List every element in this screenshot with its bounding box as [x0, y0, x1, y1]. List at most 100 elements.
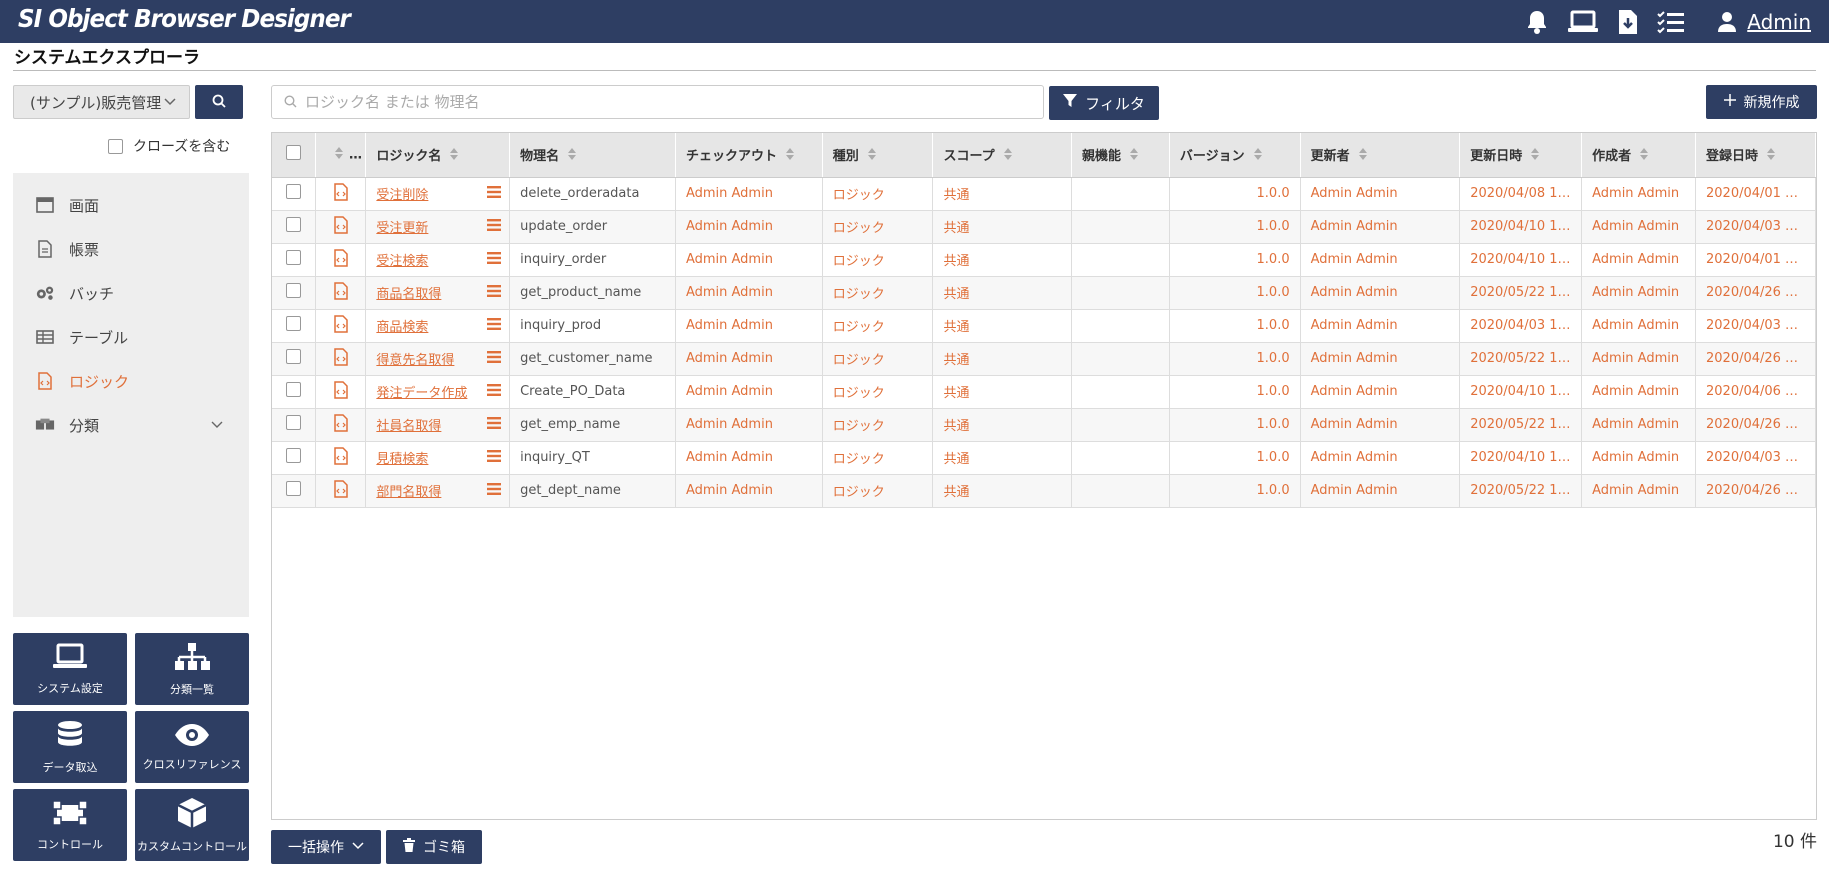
created-at-cell: 2020/04/01 … — [1695, 177, 1816, 211]
column-header[interactable]: 更新者 — [1300, 133, 1461, 178]
sidebar-item-table[interactable]: テーブル — [13, 315, 249, 359]
select-all-checkbox[interactable] — [286, 145, 301, 161]
row-select-cell[interactable] — [272, 177, 317, 211]
app-logo[interactable]: SI Object Browser Designer — [18, 4, 351, 33]
table-row[interactable]: 発注データ作成 Create_PO_Data Admin Admin ロジック 共通 1.… — [272, 375, 1816, 409]
sidebar-item-report[interactable]: 帳票 — [13, 227, 249, 271]
sidebar-item-logic[interactable]: ロジック — [13, 359, 249, 403]
system-settings-tile[interactable]: システム設定 — [13, 633, 127, 705]
logic-name-link[interactable]: 部門名取得 — [376, 485, 441, 500]
table-row[interactable]: 受注検索 inquiry_order Admin Admin ロジック 共通 1.0.0 A… — [272, 243, 1816, 277]
hamburger-menu-icon[interactable] — [487, 417, 502, 433]
column-header[interactable]: ロジック名 — [365, 133, 511, 178]
project-select[interactable]: (サンプル)販売管理 — [13, 85, 190, 119]
table-row[interactable]: 商品名取得 get_product_name Admin Admin ロジック 共通 1.… — [272, 276, 1816, 310]
row-checkbox[interactable] — [286, 316, 301, 331]
category-list-tile[interactable]: 分類一覧 — [135, 633, 249, 705]
column-header[interactable]: 親機能 — [1071, 133, 1170, 178]
sort-icon — [1766, 147, 1776, 165]
download-file-icon[interactable] — [1617, 9, 1639, 35]
column-header[interactable]: 更新日時 — [1459, 133, 1583, 178]
row-select-cell[interactable] — [272, 342, 317, 376]
data-import-tile[interactable]: データ取込 — [13, 711, 127, 783]
bell-icon[interactable] — [1525, 9, 1549, 35]
hamburger-menu-icon[interactable] — [487, 450, 502, 466]
task-list-icon[interactable] — [1657, 10, 1685, 34]
hamburger-menu-icon[interactable] — [487, 186, 502, 202]
table-row[interactable]: 受注更新 update_order Admin Admin ロジック 共通 1.0.0 Ad… — [272, 210, 1816, 244]
row-checkbox[interactable] — [286, 283, 301, 298]
table-row[interactable]: 得意先名取得 get_customer_name Admin Admin ロジック 共通… — [272, 342, 1816, 376]
include-closed-toggle[interactable]: クローズを含む — [108, 136, 230, 156]
row-checkbox[interactable] — [286, 250, 301, 265]
row-select-cell[interactable] — [272, 474, 317, 508]
hamburger-menu-icon[interactable] — [487, 483, 502, 499]
row-select-cell[interactable] — [272, 309, 317, 343]
row-checkbox[interactable] — [286, 382, 301, 397]
column-header[interactable]: … — [315, 133, 367, 178]
column-header[interactable]: スコープ — [932, 133, 1073, 178]
trash-button[interactable]: ゴミ箱 — [386, 830, 482, 864]
logic-name-link[interactable]: 見積検索 — [376, 452, 428, 467]
row-checkbox[interactable] — [286, 481, 301, 496]
user-icon[interactable] — [1717, 11, 1737, 33]
sidebar-item-batch[interactable]: バッチ — [13, 271, 249, 315]
logic-name-link[interactable]: 受注更新 — [376, 221, 428, 236]
row-checkbox[interactable] — [286, 448, 301, 463]
column-header[interactable]: バージョン — [1169, 133, 1301, 178]
logic-name-link[interactable]: 受注削除 — [376, 188, 428, 203]
logic-name-link[interactable]: 商品検索 — [376, 320, 428, 335]
code-file-icon — [334, 347, 348, 370]
hamburger-menu-icon[interactable] — [487, 318, 502, 334]
cross-reference-tile[interactable]: クロスリファレンス — [135, 711, 249, 783]
hamburger-menu-icon[interactable] — [487, 384, 502, 400]
logic-name-link[interactable]: 得意先名取得 — [376, 353, 454, 368]
row-select-cell[interactable] — [272, 210, 317, 244]
sort-icon — [1530, 147, 1540, 165]
row-select-cell[interactable] — [272, 243, 317, 277]
logic-name-link[interactable]: 商品名取得 — [376, 287, 441, 302]
creator-cell: Admin Admin — [1581, 276, 1696, 310]
user-name-link[interactable]: Admin — [1747, 10, 1811, 34]
row-checkbox[interactable] — [286, 349, 301, 364]
table-row[interactable]: 商品検索 inquiry_prod Admin Admin ロジック 共通 1.0.0 Ad… — [272, 309, 1816, 343]
filter-button[interactable]: フィルタ — [1049, 86, 1159, 120]
row-select-cell[interactable] — [272, 375, 317, 409]
create-new-button[interactable]: 新規作成 — [1706, 85, 1817, 119]
hamburger-menu-icon[interactable] — [487, 351, 502, 367]
logic-search-input[interactable] — [305, 93, 1005, 111]
custom-control-tile[interactable]: カスタムコントロール — [135, 789, 249, 861]
table-row[interactable]: 見積検索 inquiry_QT Admin Admin ロジック 共通 1.0.0 Admi… — [272, 441, 1816, 475]
row-checkbox[interactable] — [286, 415, 301, 430]
include-closed-checkbox[interactable] — [108, 138, 123, 154]
sidebar-search-button[interactable] — [195, 85, 243, 119]
control-tile[interactable]: コントロール — [13, 789, 127, 861]
row-select-cell[interactable] — [272, 276, 317, 310]
column-header[interactable]: 作成者 — [1581, 133, 1696, 178]
creator-cell: Admin Admin — [1581, 243, 1696, 277]
column-header[interactable]: 登録日時 — [1695, 133, 1816, 178]
select-all-header[interactable] — [272, 133, 317, 178]
column-header[interactable]: 種別 — [822, 133, 934, 178]
laptop-icon[interactable] — [1567, 9, 1599, 35]
sidebar-item-category[interactable]: 分類 — [13, 403, 249, 447]
row-checkbox[interactable] — [286, 184, 301, 199]
row-select-cell[interactable] — [272, 441, 317, 475]
table-row[interactable]: 社員名取得 get_emp_name Admin Admin ロジック 共通 1.0.0 A… — [272, 408, 1816, 442]
bulk-action-button[interactable]: 一括操作 — [271, 830, 381, 864]
hamburger-menu-icon[interactable] — [487, 252, 502, 268]
column-header[interactable]: チェックアウト — [675, 133, 823, 178]
row-checkbox[interactable] — [286, 217, 301, 232]
created-at-cell: 2020/04/03 … — [1695, 309, 1816, 343]
logic-name-link[interactable]: 社員名取得 — [376, 419, 441, 434]
table-row[interactable]: 受注削除 delete_orderadata Admin Admin ロジック 共通 1.… — [272, 177, 1816, 211]
hamburger-menu-icon[interactable] — [487, 219, 502, 235]
table-row[interactable]: 部門名取得 get_dept_name Admin Admin ロジック 共通 1.0.0… — [272, 474, 1816, 508]
logic-name-link[interactable]: 受注検索 — [376, 254, 428, 269]
column-header[interactable]: 物理名 — [509, 133, 676, 178]
sidebar-item-screen[interactable]: 画面 — [13, 183, 249, 227]
chevron-down-icon[interactable] — [211, 417, 223, 435]
row-select-cell[interactable] — [272, 408, 317, 442]
hamburger-menu-icon[interactable] — [487, 285, 502, 301]
logic-name-link[interactable]: 発注データ作成 — [376, 386, 467, 401]
